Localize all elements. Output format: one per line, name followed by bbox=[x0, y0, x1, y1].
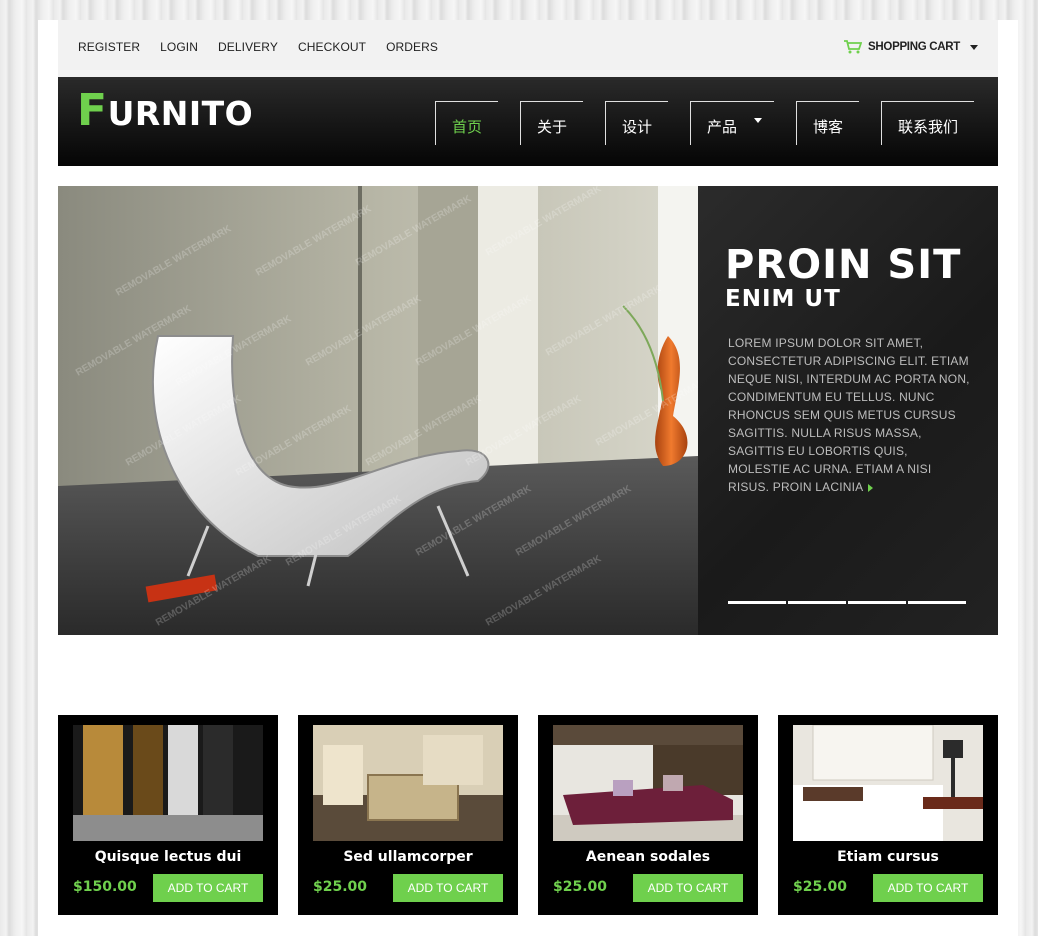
nav-item-blog[interactable]: 博客 bbox=[796, 101, 859, 145]
slide-indicator-1[interactable] bbox=[728, 601, 786, 604]
product-card: Quisque lectus dui $150.00 ADD TO CART bbox=[58, 715, 278, 915]
chevron-down-icon bbox=[754, 118, 762, 123]
arrow-right-icon bbox=[868, 483, 874, 492]
product-card: Etiam cursus $25.00 ADD TO CART bbox=[778, 715, 998, 915]
hero-image: REMOVABLE WATERMARK REMOVABLE WATERMARK … bbox=[58, 186, 714, 635]
hero-description[interactable]: LOREM IPSUM DOLOR SIT AMET, CONSECTETUR … bbox=[728, 334, 973, 496]
slide-indicator-4[interactable] bbox=[908, 601, 966, 604]
product-image[interactable] bbox=[313, 725, 503, 841]
login-link[interactable]: LOGIN bbox=[160, 40, 198, 54]
product-card: Sed ullamcorper $25.00 ADD TO CART bbox=[298, 715, 518, 915]
product-name[interactable]: Etiam cursus bbox=[778, 849, 998, 865]
cart-label: SHOPPING CART bbox=[868, 41, 960, 53]
shopping-cart-dropdown[interactable]: SHOPPING CART bbox=[844, 40, 978, 54]
hero-subtitle: ENIM UT bbox=[725, 286, 841, 312]
nav-item-design[interactable]: 设计 bbox=[605, 101, 668, 145]
logo-text: URNITO bbox=[107, 94, 254, 133]
cart-icon bbox=[844, 40, 863, 54]
register-link[interactable]: REGISTER bbox=[78, 40, 140, 54]
product-image[interactable] bbox=[553, 725, 743, 841]
checkout-link[interactable]: CHECKOUT bbox=[298, 40, 366, 54]
page: REGISTER LOGIN DELIVERY CHECKOUT ORDERS … bbox=[38, 20, 1018, 936]
product-price: $150.00 bbox=[73, 879, 137, 895]
site-logo[interactable]: FURNITO bbox=[77, 85, 253, 136]
product-name[interactable]: Aenean sodales bbox=[538, 849, 758, 865]
slide-indicator-2[interactable] bbox=[788, 601, 846, 604]
product-card: Aenean sodales $25.00 ADD TO CART bbox=[538, 715, 758, 915]
nav-item-home[interactable]: 首页 bbox=[435, 101, 498, 145]
top-utility-bar: REGISTER LOGIN DELIVERY CHECKOUT ORDERS … bbox=[58, 20, 998, 77]
product-price: $25.00 bbox=[793, 879, 848, 895]
slide-indicator-3[interactable] bbox=[848, 601, 906, 604]
orders-link[interactable]: ORDERS bbox=[386, 40, 438, 54]
add-to-cart-button[interactable]: ADD TO CART bbox=[153, 874, 263, 902]
product-price: $25.00 bbox=[313, 879, 368, 895]
product-grid: Quisque lectus dui $150.00 ADD TO CART S… bbox=[58, 715, 998, 915]
main-nav: 首页 关于 设计 产品 博客 联系我们 bbox=[435, 101, 974, 145]
nav-item-products-label: 产品 bbox=[707, 118, 738, 136]
chevron-down-icon bbox=[970, 44, 978, 50]
product-price: $25.00 bbox=[553, 879, 608, 895]
add-to-cart-button[interactable]: ADD TO CART bbox=[873, 874, 983, 902]
hero-description-text: LOREM IPSUM DOLOR SIT AMET, CONSECTETUR … bbox=[728, 336, 970, 494]
slider-pagination bbox=[728, 601, 966, 604]
site-header: FURNITO 首页 关于 设计 产品 博客 联系我们 bbox=[58, 77, 998, 166]
product-image[interactable] bbox=[793, 725, 983, 841]
nav-item-about[interactable]: 关于 bbox=[520, 101, 583, 145]
product-image[interactable] bbox=[73, 725, 263, 841]
product-name[interactable]: Sed ullamcorper bbox=[298, 849, 518, 865]
add-to-cart-button[interactable]: ADD TO CART bbox=[633, 874, 743, 902]
delivery-link[interactable]: DELIVERY bbox=[218, 40, 278, 54]
nav-item-contact[interactable]: 联系我们 bbox=[881, 101, 974, 145]
nav-item-products[interactable]: 产品 bbox=[690, 101, 774, 145]
hero-slider: REMOVABLE WATERMARK REMOVABLE WATERMARK … bbox=[58, 186, 998, 635]
add-to-cart-button[interactable]: ADD TO CART bbox=[393, 874, 503, 902]
hero-title: PROIN SIT bbox=[725, 242, 962, 288]
product-name[interactable]: Quisque lectus dui bbox=[58, 849, 278, 865]
logo-initial: F bbox=[77, 85, 108, 136]
hero-caption-panel: PROIN SIT ENIM UT LOREM IPSUM DOLOR SIT … bbox=[698, 186, 998, 635]
account-links: REGISTER LOGIN DELIVERY CHECKOUT ORDERS bbox=[78, 40, 438, 54]
